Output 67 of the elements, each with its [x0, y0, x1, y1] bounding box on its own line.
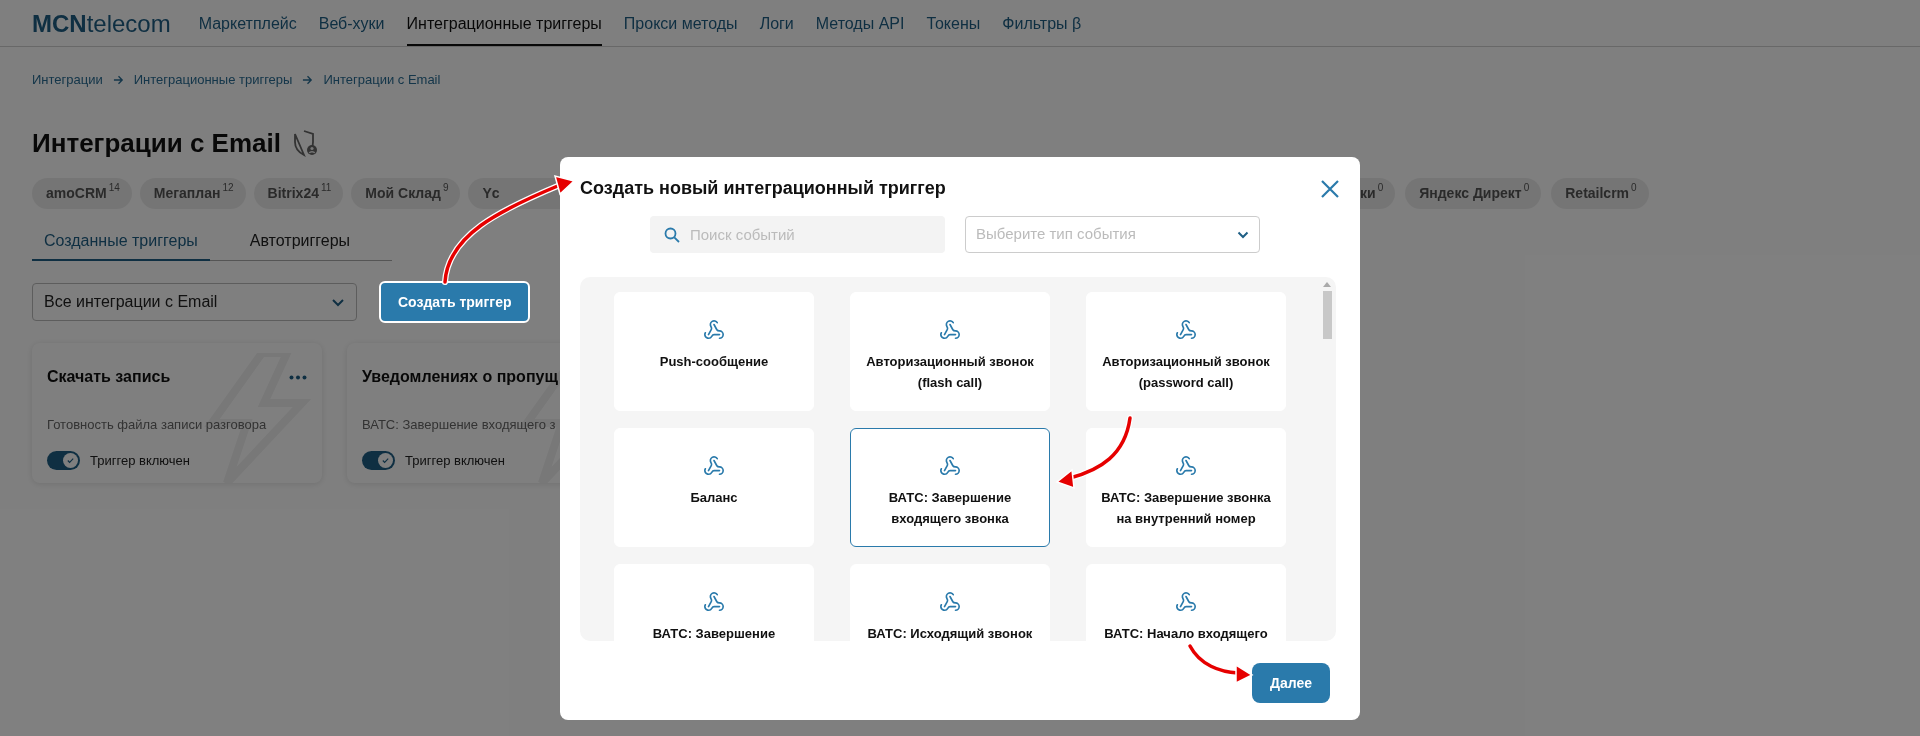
- event-card[interactable]: Push-сообщение: [614, 292, 814, 411]
- annotation-arrow: [1187, 643, 1254, 685]
- logo[interactable]: MCNtelecom: [32, 12, 171, 46]
- nav-link[interactable]: Фильтры β: [1002, 12, 1082, 46]
- webhook-icon: [703, 591, 725, 613]
- toggle-label: Триггер включен: [90, 451, 190, 470]
- event-card[interactable]: ВАТС: Начало входящего: [1086, 564, 1286, 641]
- modal-title: Создать новый интеграционный триггер: [580, 177, 946, 200]
- trigger-card[interactable]: Скачать запись Готовность файла записи разговора Триггер включен: [32, 343, 322, 483]
- event-card[interactable]: ВАТС: Исходящий звонок: [850, 564, 1050, 641]
- nav-link[interactable]: Логи: [759, 12, 794, 46]
- event-card[interactable]: ВАТС: Завершение: [614, 564, 814, 641]
- page-title: Интеграции с Email: [32, 126, 281, 160]
- create-trigger-button[interactable]: Создать триггер: [379, 281, 531, 323]
- webhook-icon: [703, 455, 725, 477]
- event-card[interactable]: Авторизационный звонок (flash call): [850, 292, 1050, 411]
- integration-tag[interactable]: Мой Склад$^{9}$: [351, 177, 461, 209]
- toggle-switch[interactable]: [362, 450, 395, 470]
- toggle-label: Триггер включен: [405, 451, 505, 470]
- search-field[interactable]: Поиск событий: [650, 216, 945, 253]
- event-type-select[interactable]: Выберите тип события: [965, 216, 1260, 253]
- more-icon[interactable]: [289, 374, 307, 380]
- webhook-icon: [703, 319, 725, 341]
- arrow-right-icon: [302, 75, 314, 85]
- trigger-title: Уведомлениях о пропущ: [362, 367, 558, 387]
- scrollbar-thumb[interactable]: [1322, 291, 1332, 339]
- check-icon: [66, 455, 75, 465]
- webhook-icon: [939, 319, 961, 341]
- tab[interactable]: Созданные триггеры: [32, 229, 210, 261]
- webhook-icon: [1175, 319, 1197, 341]
- trigger-title: Скачать запись: [47, 367, 171, 387]
- scroll-up-icon[interactable]: [1323, 281, 1331, 287]
- breadcrumb-link[interactable]: Интеграционные триггеры: [133, 70, 293, 90]
- trigger-event: Готовность файла записи разговора: [47, 416, 268, 434]
- event-card[interactable]: Баланс: [614, 428, 814, 547]
- nav-link[interactable]: Веб-хуки: [318, 12, 385, 46]
- check-icon: [381, 455, 390, 465]
- chevron-down-icon: [1237, 230, 1249, 239]
- breadcrumb-link[interactable]: Интеграции: [32, 70, 103, 90]
- integration-tag[interactable]: Яндекс Директ$^{0}$: [1405, 177, 1542, 209]
- integration-tag[interactable]: Bitrix24$^{11}$: [253, 177, 344, 209]
- integration-tag[interactable]: amoCRM$^{14}$: [32, 177, 132, 209]
- event-card[interactable]: ВАТС: Завершение звонка на внутренний номер: [1086, 428, 1286, 547]
- event-card[interactable]: ВАТС: Завершение входящего звонка: [850, 428, 1050, 547]
- integration-tag[interactable]: Retailcrm$^{0}$: [1551, 177, 1649, 209]
- integration-select[interactable]: Все интеграции с Email: [32, 283, 357, 321]
- webhook-icon: [1175, 455, 1197, 477]
- nav-link[interactable]: Токены: [926, 12, 981, 46]
- webhook-icon: [939, 591, 961, 613]
- arrow-right-icon: [112, 75, 124, 85]
- tab[interactable]: Автотриггеры: [237, 229, 363, 261]
- nav-link[interactable]: Маркетплейс: [198, 12, 297, 46]
- integration-tag[interactable]: ки$^{0}$: [1360, 177, 1396, 209]
- webhook-icon: [1175, 591, 1197, 613]
- next-button[interactable]: Далее: [1251, 663, 1330, 703]
- trigger-event: ВАТС: Завершение входящего з: [362, 416, 557, 434]
- toggle-switch[interactable]: [47, 450, 80, 470]
- search-icon: [664, 227, 680, 243]
- nav-link[interactable]: Методы API: [815, 12, 905, 46]
- nav-link[interactable]: Интеграционные триггеры: [406, 12, 602, 46]
- integration-tag[interactable]: Мегаплан$^{12}$: [139, 177, 246, 209]
- close-icon[interactable]: [1320, 178, 1340, 199]
- event-card[interactable]: Авторизационный звонок (password call): [1086, 292, 1286, 411]
- webhook-icon: [939, 455, 961, 477]
- breadcrumb-link[interactable]: Интеграции с Email: [323, 70, 441, 90]
- chevron-down-icon: [331, 297, 345, 307]
- nav-link[interactable]: Прокси методы: [623, 12, 738, 46]
